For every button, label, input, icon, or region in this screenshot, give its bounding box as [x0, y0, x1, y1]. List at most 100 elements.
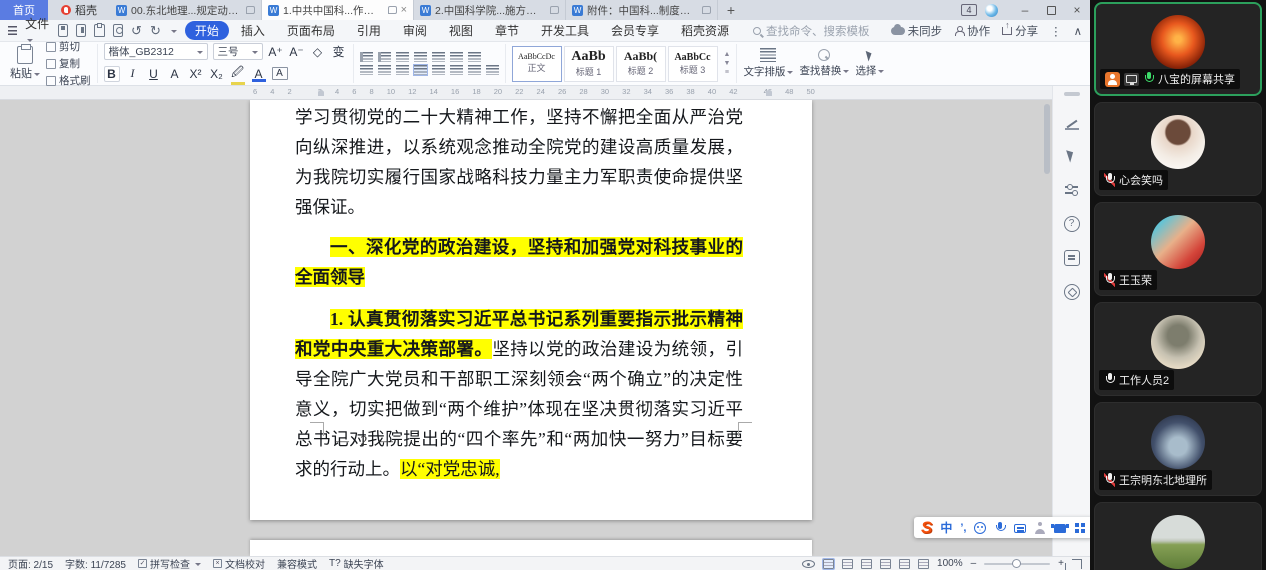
hamburger-icon[interactable] [8, 26, 17, 35]
proofread-toggle[interactable]: × 文档校对 [213, 556, 265, 570]
copy-button[interactable]: 复制 [46, 56, 91, 71]
close-button[interactable]: × [1064, 0, 1090, 20]
print-preview-icon[interactable] [113, 24, 123, 37]
participant-tile[interactable]: 王玉荣 [1094, 202, 1262, 296]
collapse-ribbon-button[interactable]: ∧ [1074, 24, 1082, 38]
ribbon-tab-开始[interactable]: 开始 [185, 21, 229, 40]
edit-pen-icon[interactable] [899, 559, 910, 569]
page-view-icon[interactable] [823, 559, 834, 569]
zoom-out-button[interactable]: – [971, 558, 977, 569]
feedback-icon[interactable] [1064, 250, 1080, 266]
collaborate-button[interactable]: 协作 [954, 23, 990, 39]
sogou-logo-icon[interactable]: S [921, 519, 932, 537]
word-count[interactable]: 字数: 11/7285 [65, 556, 126, 570]
command-search[interactable]: 查找命令、搜索模板 [753, 23, 883, 39]
paragraph[interactable]: 学习贯彻党的二十大精神工作，坚持不懈把全面从严治党向纵深推进，以系统观念推动全院… [295, 102, 743, 222]
paragraph[interactable]: 1. 认真贯彻落实习近平总书记系列重要指示批示精神和党中央重大决策部署。坚持以党… [295, 304, 743, 484]
font-size-combo[interactable]: 三号 [213, 43, 263, 60]
style-标题 3[interactable]: AaBbCc标题 3 [668, 46, 718, 82]
document-tab[interactable]: W2.中国科学院...施方案》的通知 [414, 0, 566, 20]
participant-tile[interactable]: 工作人员2 [1094, 302, 1262, 396]
ribbon-tab-引用[interactable]: 引用 [347, 21, 391, 40]
align-center-icon[interactable] [378, 65, 391, 75]
participant-tile[interactable]: 王宗明东北地理所 [1094, 402, 1262, 496]
toolbox-grid-icon[interactable] [1074, 522, 1086, 534]
scrollbar-handle[interactable] [1064, 92, 1080, 96]
docer-tab[interactable]: 稻壳 [48, 0, 110, 20]
bold-button[interactable]: B [104, 66, 120, 82]
shrink-font-button[interactable]: A⁻ [289, 45, 305, 59]
participant-tile[interactable]: 八宝的屏幕共享 [1094, 2, 1262, 96]
clear-format-button[interactable]: ◇ [310, 45, 326, 59]
export-icon[interactable] [76, 24, 86, 37]
new-tab-button[interactable]: + [718, 0, 744, 20]
zoom-in-button[interactable]: + [1058, 558, 1064, 569]
italic-button[interactable]: I [125, 66, 141, 81]
subscript-button[interactable]: X₂ [209, 67, 225, 81]
ribbon-tab-审阅[interactable]: 审阅 [393, 21, 437, 40]
document-text[interactable]: 学习贯彻党的二十大精神工作，坚持不懈把全面从严治党向纵深推进，以系统观念推动全院… [295, 102, 743, 484]
close-tab-icon[interactable]: × [401, 4, 407, 16]
scroll-down-icon[interactable]: ▼ [724, 60, 731, 67]
ribbon-tab-开发工具[interactable]: 开发工具 [531, 21, 599, 40]
page-3-top[interactable] [250, 540, 812, 556]
paste-button[interactable]: 粘贴 [10, 46, 40, 81]
text-effects-button[interactable]: 变 [331, 43, 347, 60]
cursor-select-icon[interactable] [1064, 148, 1080, 164]
login-account-icon[interactable] [1034, 522, 1046, 534]
eye-protect-icon[interactable] [802, 560, 815, 568]
punctuation-icon[interactable]: ’, [960, 522, 966, 534]
align-left-icon[interactable] [360, 65, 373, 75]
ime-toolbar[interactable]: S 中 ’, [914, 517, 1093, 538]
voice-input-icon[interactable] [994, 522, 1006, 534]
zoom-slider-thumb[interactable] [1012, 559, 1021, 568]
asian-layout-icon[interactable] [450, 52, 463, 62]
horizontal-ruler[interactable]: 6422468101214161820222426283032343638404… [0, 86, 1056, 100]
cut-button[interactable]: 剪切 [46, 39, 91, 54]
distribute-icon[interactable] [432, 65, 445, 75]
select-button[interactable]: 选择 [855, 50, 884, 78]
zoom-slider[interactable] [984, 563, 1050, 565]
participant-tile[interactable] [1094, 502, 1262, 570]
ribbon-tab-章节[interactable]: 章节 [485, 21, 529, 40]
ribbon-tab-稻壳资源[interactable]: 稻壳资源 [671, 21, 739, 40]
participant-tile[interactable]: 心会笑吗 [1094, 102, 1262, 196]
spell-check-toggle[interactable]: ✓ 拼写检查 [138, 556, 201, 570]
highlight-color-button[interactable]: 🖉 [230, 63, 246, 84]
ribbon-tab-视图[interactable]: 视图 [439, 21, 483, 40]
text-layout-button[interactable]: 文字排版 [743, 48, 793, 79]
decrease-indent-icon[interactable] [396, 52, 409, 62]
quickbar-more-icon[interactable] [171, 30, 177, 36]
annotate-pen-icon[interactable] [1064, 114, 1080, 130]
sync-status[interactable]: 未同步 [891, 23, 943, 39]
emoji-icon[interactable] [974, 522, 986, 534]
gallery-expand-icon[interactable]: ≡ [725, 69, 729, 76]
document-tab[interactable]: W附件：中国科...制度实施细则 [566, 0, 718, 20]
number-list-icon[interactable] [378, 52, 391, 62]
ribbon-tab-插入[interactable]: 插入 [231, 21, 275, 40]
share-button[interactable]: 分享 [1002, 23, 1038, 39]
font-color-button[interactable]: A [251, 67, 267, 81]
soft-keyboard-icon[interactable] [1014, 524, 1026, 533]
char-border-button[interactable]: A [167, 67, 183, 81]
help-icon[interactable]: ? [1064, 216, 1080, 232]
print-icon[interactable] [94, 24, 104, 37]
justify-icon[interactable] [414, 65, 427, 75]
increase-indent-icon[interactable] [414, 52, 427, 62]
char-shading-button[interactable]: A [272, 67, 288, 80]
wrap-icon[interactable] [468, 52, 481, 62]
adjust-sliders-icon[interactable] [1064, 182, 1080, 198]
align-right-icon[interactable] [396, 65, 409, 75]
window-count-badge[interactable]: 4 [961, 4, 977, 16]
save-icon[interactable] [58, 24, 68, 37]
paragraph[interactable]: 一、深化党的政治建设，坚持和加强党对科技事业的全面领导 [295, 232, 743, 292]
grow-font-button[interactable]: A⁺ [268, 45, 284, 59]
document-tab[interactable]: W00.东北地理...规定动作指导单 [110, 0, 262, 20]
bullet-list-icon[interactable] [360, 52, 373, 62]
zoom-level[interactable]: 100% [937, 558, 963, 569]
redo-icon[interactable]: ↻ [150, 23, 161, 39]
find-replace-button[interactable]: 查找替换 [799, 49, 849, 78]
missing-font[interactable]: T? 缺失字体 [329, 556, 384, 570]
style-标题 1[interactable]: AaBb标题 1 [564, 46, 614, 82]
weather-icon[interactable] [985, 4, 998, 17]
